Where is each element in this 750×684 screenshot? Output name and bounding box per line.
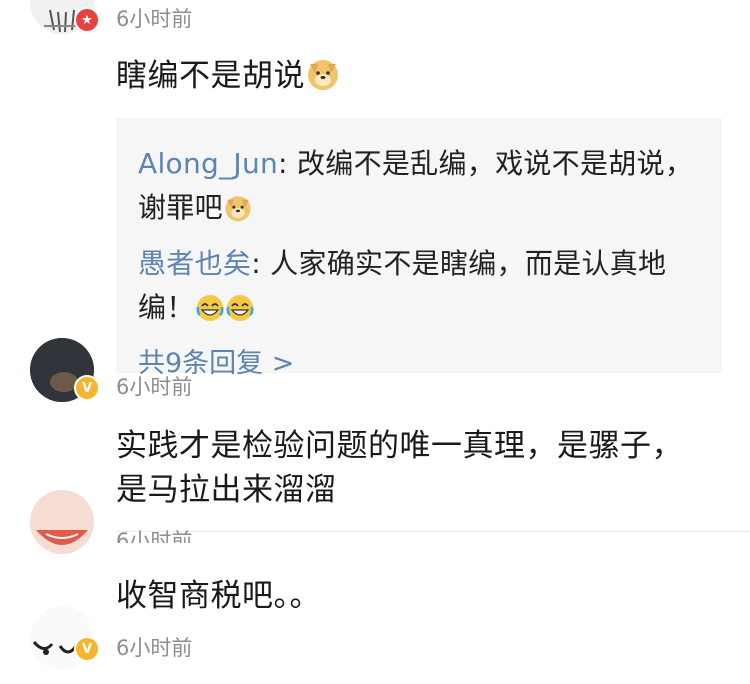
dog-face-emoji-icon [223, 192, 253, 236]
comment-timestamp: 6小时前 [116, 7, 193, 31]
comment-item: V 6小时前 实践才是检验问题的唯一真理，是骡子，是马拉出来溜溜 [0, 338, 750, 534]
verified-badge-icon: V [74, 375, 100, 401]
verified-badge-icon: V [74, 636, 100, 662]
reply-username[interactable]: 愚者也矣 [138, 247, 251, 280]
comment-item: 6小时前 收智商税吧。。 [0, 490, 750, 632]
reply-preview-box[interactable]: Along_Jun: 改编不是乱编，戏说不是胡说，谢罪吧 愚者也矣: 人家确实不… [116, 118, 722, 379]
comment-text: 瞎编不是胡说 [116, 54, 710, 104]
comment-item: ★ 6小时前 瞎编不是胡说 Along_Jun: 改编不是乱编，戏说不是胡说，谢… [0, 0, 750, 379]
reply-username[interactable]: Along_Jun [138, 147, 278, 180]
comment-text: 实践才是检验问题的唯一真理，是骡子，是马拉出来溜溜 [116, 428, 683, 508]
star-badge-icon: ★ [74, 7, 100, 33]
comment-text: 收智商税吧。。 [116, 578, 321, 614]
comment-item: V 6小时前 [0, 606, 750, 684]
avatar[interactable] [30, 490, 94, 554]
dog-face-emoji-icon [305, 56, 341, 104]
reply-separator: : [251, 247, 271, 280]
reply-item[interactable]: 愚者也矣: 人家确实不是瞎编，而是认真地编！ [138, 242, 700, 336]
comment-text-content: 瞎编不是胡说 [116, 58, 305, 94]
laughing-tears-emoji-icon [195, 292, 255, 336]
comment-timestamp: 6小时前 [116, 529, 193, 543]
comment-timestamp: 6小时前 [116, 375, 193, 399]
reply-separator: : [278, 147, 297, 180]
comment-timestamp: 6小时前 [116, 636, 193, 660]
reply-item[interactable]: Along_Jun: 改编不是乱编，戏说不是胡说，谢罪吧 [138, 142, 700, 236]
